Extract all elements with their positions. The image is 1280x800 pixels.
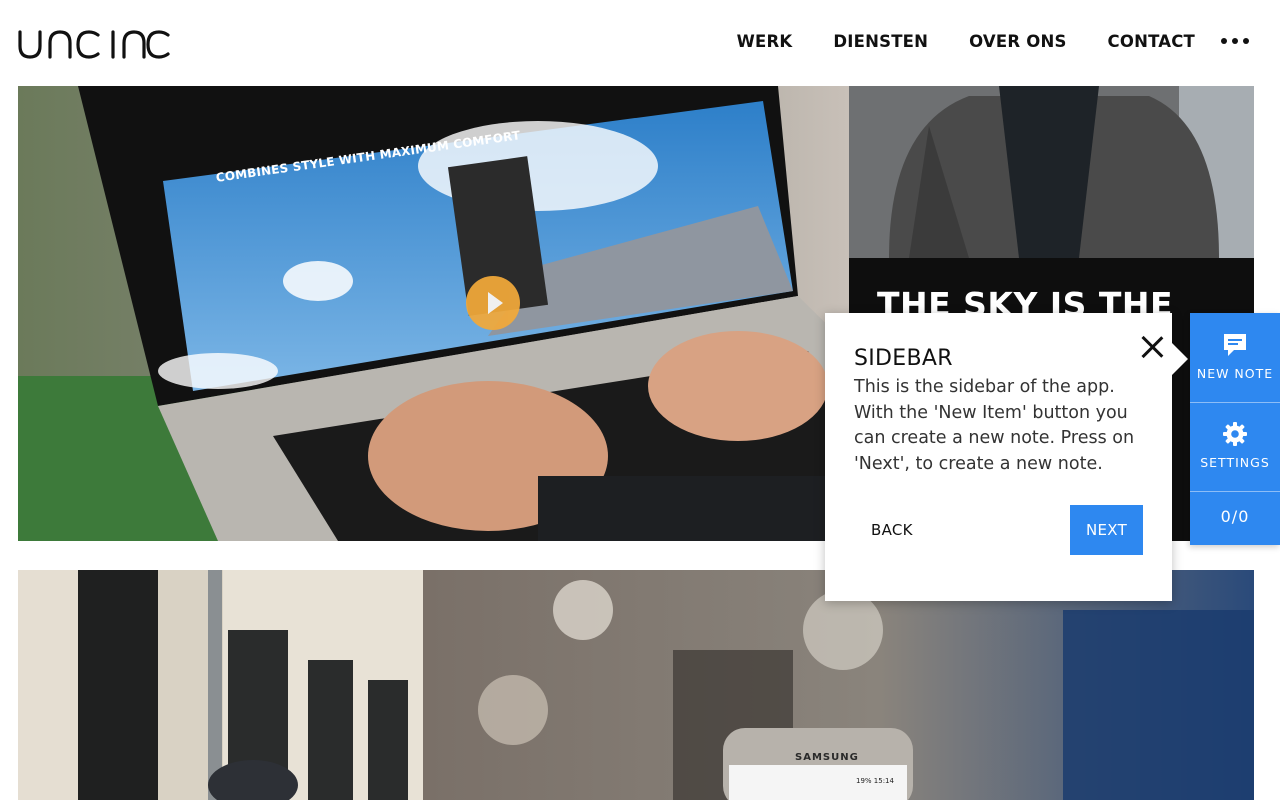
portfolio-tile-building[interactable] <box>18 570 423 800</box>
popover-body: This is the sidebar of the app. With the… <box>854 377 1135 474</box>
settings-button[interactable]: SETTINGS <box>1190 421 1280 470</box>
note-counter: 0/0 <box>1220 507 1250 526</box>
play-icon[interactable] <box>466 276 520 330</box>
nav-contact[interactable]: CONTACT <box>1108 32 1195 51</box>
nav-over-ons[interactable]: OVER ONS <box>969 32 1066 51</box>
popover-title: SIDEBAR <box>854 346 953 371</box>
new-note-button[interactable]: NEW NOTE <box>1190 332 1280 381</box>
phone-brand: SAMSUNG <box>795 752 859 763</box>
settings-label: SETTINGS <box>1200 455 1270 470</box>
notes-sidebar: NEW NOTE SETTINGS 0/0 <box>1190 313 1280 545</box>
phone-status-bar: 19% 15:14 <box>856 777 894 785</box>
note-icon <box>1224 334 1246 356</box>
gear-icon <box>1223 422 1247 446</box>
portfolio-tile-laptop[interactable]: COMBINES STYLE WITH MAXIMUM COMFORT <box>18 86 849 541</box>
tutorial-popover: SIDEBAR This is the sidebar of the app. … <box>825 313 1188 601</box>
unc-inc-logo[interactable] <box>18 24 170 62</box>
main-nav: WERK DIENSTEN OVER ONS CONTACT <box>737 32 1195 51</box>
site-header: WERK DIENSTEN OVER ONS CONTACT <box>0 0 1280 86</box>
sidebar-divider <box>1190 491 1280 492</box>
portfolio-tile-phone[interactable]: SAMSUNG 19% 15:14 <box>423 570 1254 800</box>
nav-diensten[interactable]: DIENSTEN <box>833 32 928 51</box>
building-photo <box>18 570 423 800</box>
close-icon[interactable] <box>1139 334 1165 360</box>
phone-photo <box>423 570 1254 800</box>
more-horizontal-icon[interactable] <box>1221 38 1249 44</box>
nav-werk[interactable]: WERK <box>737 32 793 51</box>
next-button[interactable]: NEXT <box>1070 505 1143 555</box>
back-button[interactable]: BACK <box>871 521 913 539</box>
new-note-label: NEW NOTE <box>1196 366 1274 381</box>
sidebar-divider <box>1190 402 1280 403</box>
